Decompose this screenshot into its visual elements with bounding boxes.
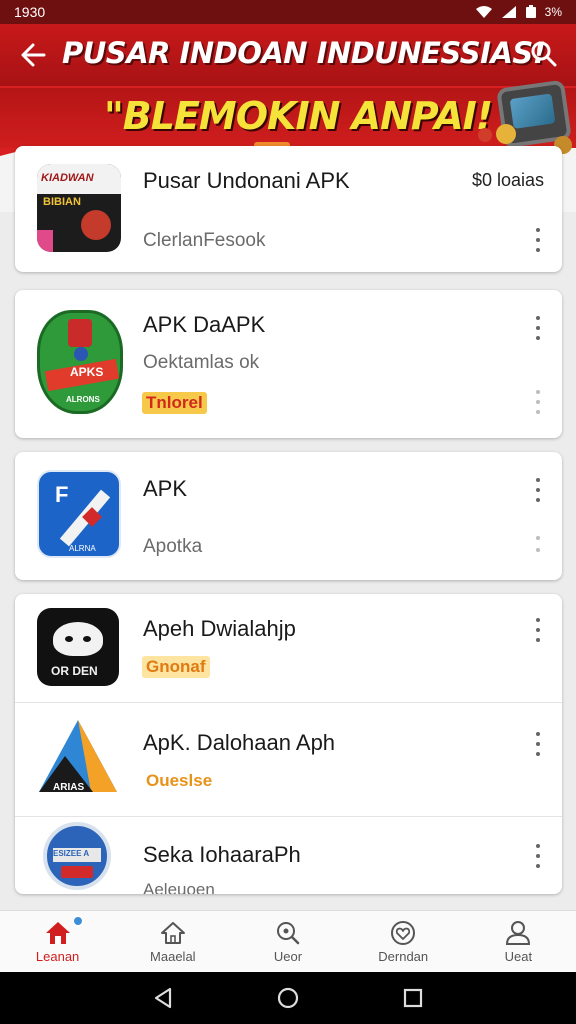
app-card[interactable]: F ALRNA APK Apotka xyxy=(15,452,562,580)
icon-label: KIADWAN xyxy=(41,172,94,184)
app-name: Apeh Dwialahjp xyxy=(143,616,296,641)
nav-label: Maaelal xyxy=(150,948,196,964)
app-subtitle: Aeleuoen xyxy=(143,880,215,894)
icon-label: OR DEN xyxy=(51,664,98,678)
back-arrow-icon xyxy=(21,43,46,67)
bottom-nav: Leanan Maaelal Ueor Derndan Ueat xyxy=(0,910,576,972)
nav-tab-maaelal[interactable]: Maaelal xyxy=(115,911,230,972)
fruit-decoration xyxy=(496,124,516,144)
app-card[interactable]: APKS ALRONS APK DaAPK Oektamlas ok Tnlor… xyxy=(15,290,562,438)
nav-label: Leanan xyxy=(35,948,80,964)
kiadwan-bibian-icon: KIADWAN BIBIAN xyxy=(37,164,121,252)
system-back-button[interactable] xyxy=(143,978,183,1018)
app-row[interactable]: ESIZEE A Seka IohaaraPh Aeleuoen xyxy=(15,816,562,894)
house-outline-icon xyxy=(160,921,185,944)
app-subtitle: Apotka xyxy=(143,536,203,557)
app-card[interactable]: KIADWAN BIBIAN Pusar Undonani APK $0 loa… xyxy=(15,146,562,272)
apks-soccer-icon: APKS ALRONS xyxy=(37,310,123,414)
app-name: Pusar Undonani APK xyxy=(143,168,350,193)
icon-label: ESIZEE A xyxy=(53,849,90,858)
app-badge: Gnonaf xyxy=(142,656,210,678)
ufo-icon: OR DEN xyxy=(37,608,119,686)
promo-headline: "BLEMOKIN ANPAI! xyxy=(104,94,493,138)
nav-label: Derndan xyxy=(378,948,429,964)
icon-label: APKS xyxy=(70,365,104,379)
fruit-decoration xyxy=(478,128,492,142)
app-row[interactable]: ARIAS ApK. Dalohaan Aph Oueslse xyxy=(15,702,562,816)
app-price: $0 loaias xyxy=(471,170,544,190)
nav-tab-search[interactable]: Ueor xyxy=(230,911,345,972)
circle-home-icon xyxy=(277,987,299,1009)
more-options-button[interactable] xyxy=(532,316,544,340)
icon-label: ARIAS xyxy=(53,782,84,793)
battery-level: 3% xyxy=(544,5,562,19)
app-name: APK xyxy=(143,476,188,501)
nav-tab-favorites[interactable]: Derndan xyxy=(346,911,461,972)
search-button[interactable] xyxy=(526,36,562,72)
signal-icon xyxy=(501,6,516,18)
more-options-button[interactable] xyxy=(532,228,544,252)
icon-label: F xyxy=(55,482,69,507)
battery-icon xyxy=(525,5,536,18)
app-name: ApK. Dalohaan Aph xyxy=(143,730,336,755)
app-subtitle: Oektamlas ok xyxy=(143,352,260,373)
more-options-button[interactable] xyxy=(532,618,544,642)
notification-dot xyxy=(72,915,84,927)
home-icon xyxy=(45,921,70,944)
status-time: 1930 xyxy=(14,4,46,20)
nav-label: Ueor xyxy=(273,948,303,964)
app-badge: Tnlorel xyxy=(142,392,207,414)
icon-label: BIBIAN xyxy=(43,196,81,208)
more-options-button[interactable] xyxy=(532,478,544,502)
system-home-button[interactable] xyxy=(268,978,308,1018)
nav-tab-profile[interactable]: Ueat xyxy=(461,911,576,972)
system-recents-button[interactable] xyxy=(393,978,433,1018)
app-name: APK DaAPK xyxy=(143,312,266,337)
status-icons: 3% xyxy=(475,5,562,19)
app-name: Seka IohaaraPh xyxy=(143,842,301,867)
app-badge: Oueslse xyxy=(146,771,213,790)
nav-label: Ueat xyxy=(504,948,533,964)
status-bar: 1930 3% xyxy=(0,0,576,24)
back-button[interactable] xyxy=(16,38,50,72)
arias-triangle-icon: ARIAS xyxy=(39,720,117,793)
heart-icon xyxy=(391,920,416,945)
globe-badge-icon: ESIZEE A xyxy=(43,822,111,890)
page-title: PUSAR INDOAN INDUNESSIAS! xyxy=(62,36,546,70)
more-options-button[interactable] xyxy=(532,732,544,756)
triangle-back-icon xyxy=(154,987,171,1009)
system-nav-bar xyxy=(0,972,576,1024)
more-options-button[interactable] xyxy=(532,536,544,552)
nav-tab-home[interactable]: Leanan xyxy=(0,911,115,972)
more-options-button[interactable] xyxy=(532,390,544,414)
wifi-icon xyxy=(475,6,492,18)
app-row[interactable]: OR DEN Apeh Dwialahjp Gnonaf xyxy=(15,594,562,702)
app-list-card: OR DEN Apeh Dwialahjp Gnonaf ARIAS ApK. … xyxy=(15,594,562,894)
square-recents-icon xyxy=(404,988,423,1008)
icon-label: ALRONS xyxy=(66,395,100,404)
user-icon xyxy=(506,920,531,945)
more-options-button[interactable] xyxy=(532,844,544,868)
search-icon xyxy=(531,41,557,67)
app-subtitle: ClerlanFesook xyxy=(143,230,266,251)
icon-label: ALRNA xyxy=(69,544,96,553)
f-plane-icon: F ALRNA xyxy=(37,470,121,558)
search-icon xyxy=(277,921,300,944)
